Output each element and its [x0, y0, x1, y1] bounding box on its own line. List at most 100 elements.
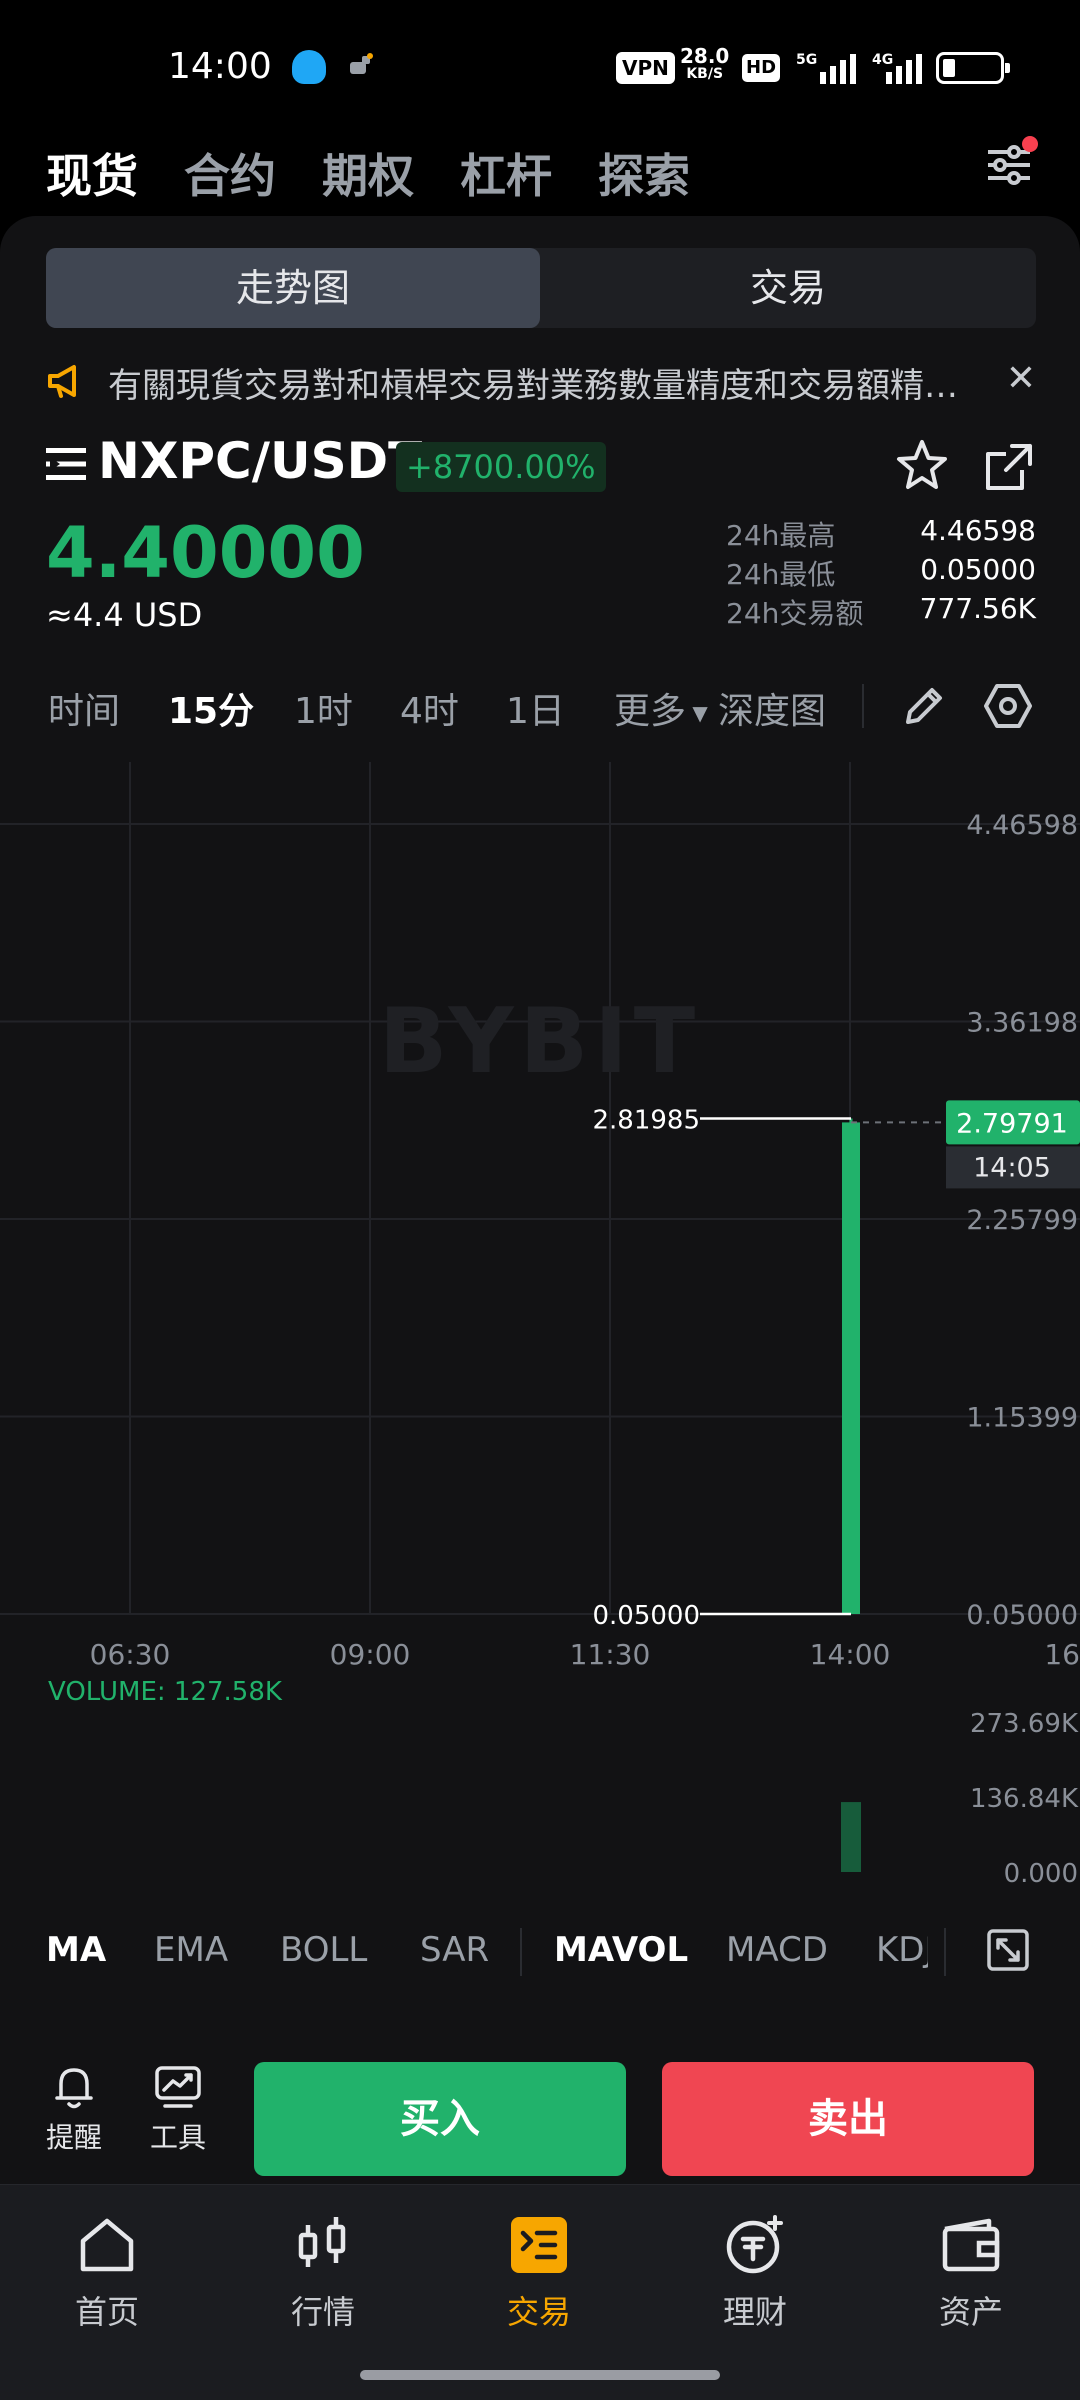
indicator-sar[interactable]: SAR	[420, 1930, 489, 1970]
indicator-kdj[interactable]: KDJ	[876, 1930, 928, 1970]
stat-value: 777.56K	[919, 592, 1036, 625]
nav-home[interactable]: 首页	[32, 2213, 182, 2333]
watermark: BYBIT	[379, 989, 701, 1094]
nav-markets[interactable]: 行情	[248, 2213, 398, 2333]
volume-tick-label: 0.000	[1004, 1859, 1078, 1889]
indicator-ema[interactable]: EMA	[154, 1930, 228, 1970]
indicator-macd[interactable]: MACD	[726, 1930, 828, 1970]
volume-tick-label: 136.84K	[970, 1784, 1079, 1814]
main-panel: 走势图 交易 有關現貨交易對和槓桿交易對業務數量精度和交易額精… ✕ NXPC/…	[0, 216, 1080, 2400]
divider	[944, 1928, 946, 1976]
interval-15m[interactable]: 15分	[168, 682, 254, 734]
nav-assets[interactable]: 资产	[896, 2213, 1046, 2333]
toggle-trade[interactable]: 交易	[540, 248, 1036, 328]
high-marker-label: 2.81985	[592, 1105, 700, 1135]
y-tick-label: 1.15399	[966, 1403, 1078, 1434]
hd-badge: HD	[742, 54, 781, 82]
view-toggle: 走势图 交易	[46, 248, 1036, 328]
megaphone-icon	[48, 365, 76, 398]
tab-options[interactable]: 期权	[322, 140, 414, 206]
nav-earn[interactable]: 理财	[680, 2213, 830, 2333]
nav-trade[interactable]: 交易	[464, 2213, 614, 2333]
nav-label: 资产	[938, 2293, 1003, 2331]
divider	[862, 684, 864, 728]
y-tick-label: 3.36198	[966, 1008, 1078, 1039]
stat-value: 0.05000	[920, 553, 1036, 586]
indicator-bar: MA EMA BOLL SAR MAVOL MACD KDJ	[0, 1906, 1080, 1996]
fullscreen-icon[interactable]	[986, 1928, 1030, 1972]
buy-button[interactable]: 买入	[254, 2062, 626, 2176]
candles-icon	[298, 2217, 346, 2267]
battery-icon	[936, 52, 1010, 84]
bell-icon	[55, 2068, 93, 2109]
tab-explore[interactable]: 探索	[598, 140, 690, 206]
indicator-ma[interactable]: MA	[46, 1930, 106, 1970]
stat-label: 24h最低	[726, 558, 836, 591]
stat-low: 24h最低 0.05000	[726, 553, 1036, 592]
volume-tick-label: 273.69K	[970, 1709, 1079, 1739]
indicator-mavol[interactable]: MAVOL	[554, 1930, 688, 1970]
divider	[520, 1928, 522, 1976]
pair-header: NXPC/USDT +8700.00%	[46, 416, 1036, 516]
interval-1h[interactable]: 1时	[294, 682, 353, 734]
network-speed: 28.0 KB/S	[680, 44, 730, 82]
stat-label: 24h交易额	[726, 597, 864, 630]
chart-tool-icon	[155, 2066, 201, 2108]
x-tick-label: 16	[1044, 1638, 1080, 1671]
stat-value: 4.46598	[920, 514, 1036, 547]
tab-futures[interactable]: 合约	[184, 140, 276, 206]
alert-button[interactable]: 提醒	[34, 2062, 114, 2156]
tab-spot[interactable]: 现货	[46, 140, 138, 206]
status-bar: 14:00 VPN 28.0 KB/S HD 5G 4G	[0, 0, 1080, 130]
x-tick-label: 14:00	[810, 1638, 891, 1671]
stat-label: 24h最高	[726, 519, 836, 552]
nav-label: 行情	[290, 2293, 355, 2331]
settings-sliders-button[interactable]	[984, 136, 1038, 190]
earn-icon	[726, 2215, 783, 2274]
indicator-boll[interactable]: BOLL	[280, 1930, 367, 1970]
countdown-label: 14:05	[973, 1152, 1051, 1183]
tab-margin[interactable]: 杠杆	[460, 140, 552, 206]
alert-label: 提醒	[45, 2121, 102, 2154]
chart-settings-icon[interactable]	[982, 680, 1034, 732]
toggle-chart[interactable]: 走势图	[46, 248, 540, 328]
last-price: 4.40000	[46, 512, 365, 594]
volume-bar	[841, 1802, 861, 1872]
x-tick-label: 11:30	[570, 1638, 651, 1671]
stat-high: 24h最高 4.46598	[726, 514, 1036, 553]
interval-1d[interactable]: 1日	[506, 682, 565, 734]
price-usd: ≈4.4 USD	[46, 596, 203, 634]
y-tick-label: 0.05000	[966, 1600, 1078, 1631]
y-tick-label: 2.25799	[966, 1205, 1078, 1236]
sell-button[interactable]: 卖出	[662, 2062, 1034, 2176]
current-price-label: 2.79791	[956, 1108, 1068, 1139]
pencil-icon[interactable]	[900, 682, 948, 730]
nav-label: 交易	[506, 2293, 571, 2331]
pair-list-icon[interactable]	[46, 446, 86, 482]
x-tick-label: 06:30	[90, 1638, 171, 1671]
interval-more[interactable]: 更多 ▼	[614, 682, 708, 734]
caret-down-icon: ▼	[686, 701, 708, 725]
star-icon[interactable]	[894, 438, 950, 494]
svg-text:5G: 5G	[796, 52, 817, 68]
tools-button[interactable]: 工具	[138, 2062, 218, 2156]
status-time: 14:00	[168, 46, 272, 87]
announcement-text: 有關現貨交易對和槓桿交易對業務數量精度和交易額精…	[108, 366, 958, 406]
nav-label: 首页	[74, 2293, 139, 2331]
stat-turnover: 24h交易额 777.56K	[726, 592, 1036, 631]
volume-label: VOLUME: 127.58K	[48, 1677, 283, 1707]
share-icon[interactable]	[982, 440, 1036, 494]
close-icon[interactable]: ✕	[1006, 358, 1036, 399]
announcement-bar[interactable]: 有關現貨交易對和槓桿交易對業務數量精度和交易額精… ✕	[46, 344, 1036, 416]
market-type-tabs: 现货 合约 期权 杠杆 探索	[0, 130, 1080, 218]
signal-5g-icon: 5G	[796, 52, 856, 84]
pet-icon	[350, 53, 373, 74]
home-indicator	[360, 2370, 720, 2380]
y-tick-label: 4.46598	[966, 810, 1078, 841]
depth-chart-button[interactable]: 深度图	[718, 682, 826, 734]
interval-4h[interactable]: 4时	[400, 682, 459, 734]
bottom-nav: 首页 行情 交易 理财 资产	[0, 2184, 1080, 2400]
pair-name[interactable]: NXPC/USDT	[98, 432, 422, 490]
interval-time[interactable]: 时间	[48, 682, 120, 734]
signal-4g-icon: 4G	[872, 52, 922, 84]
